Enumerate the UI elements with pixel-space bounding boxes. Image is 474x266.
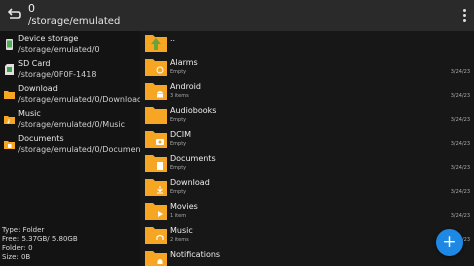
sidebar-item-title: Download [18, 84, 58, 93]
audiobook-folder-icon [145, 107, 167, 124]
sidebar: Device storage /storage/emulated/0 SD Ca… [0, 31, 148, 266]
info-size: Size: 0B [2, 253, 31, 261]
info-type: Type: Folder [2, 226, 45, 234]
file-name: Music [170, 226, 193, 235]
sidebar-item-documents[interactable]: Documents /storage/emulated/0/Documents [0, 133, 148, 157]
more-vertical-icon[interactable] [460, 8, 468, 24]
folder-icon [4, 91, 15, 99]
file-date: 3/24/23 [450, 69, 470, 75]
file-date: 3/24/23 [450, 189, 470, 195]
sidebar-item-path: /storage/emulated/0/Music [18, 120, 126, 129]
file-row-alarms[interactable]: Alarms Empty 3/24/23 [140, 55, 474, 79]
file-item-count: Empty [170, 141, 187, 147]
storage-info: Type: Folder Free: 5.37GB/ 5.80GB Folder… [2, 226, 78, 262]
sidebar-item-device-storage[interactable]: Device storage /storage/emulated/0 [0, 33, 140, 57]
file-row-music[interactable]: Music 2 items 3/24/23 [140, 223, 474, 247]
file-item-count: 1 item [170, 213, 187, 219]
document-folder-icon [145, 155, 167, 172]
file-item-count: 3 items [170, 93, 189, 99]
sidebar-item-path: /storage/emulated/0/Documents [18, 145, 148, 154]
file-date: 3/24/23 [450, 141, 470, 147]
file-row-dcim[interactable]: DCIM Empty 3/24/23 [140, 127, 474, 151]
selection-count: 0 [28, 2, 35, 15]
file-name: Documents [170, 154, 216, 163]
back-arrow-icon[interactable] [6, 7, 22, 23]
sidebar-item-title: SD Card [18, 59, 51, 68]
file-list: .. Alarms Empty 3/24/23 Android 3 items … [140, 31, 474, 266]
file-name: Download [170, 178, 210, 187]
file-item-count: Empty [170, 117, 187, 123]
sidebar-item-music[interactable]: Music /storage/emulated/0/Music [0, 108, 140, 132]
sidebar-item-title: Device storage [18, 34, 79, 43]
file-item-count: 2 items [170, 237, 189, 243]
sidebar-item-path: /storage/emulated/0 [18, 45, 100, 54]
download-folder-icon [145, 179, 167, 196]
info-folder: Folder: 0 [2, 244, 33, 252]
sidebar-item-sd-card[interactable]: SD Card /storage/0F0F-1418 [0, 58, 140, 82]
file-row-movies[interactable]: Movies 1 item 3/24/23 [140, 199, 474, 223]
sidebar-item-path: /storage/0F0F-1418 [18, 70, 97, 79]
parent-folder-row[interactable]: .. [140, 31, 474, 55]
add-button[interactable]: + [436, 229, 463, 256]
file-name: Android [170, 82, 201, 91]
camera-folder-icon [145, 131, 167, 148]
file-name: Alarms [170, 58, 198, 67]
file-item-count: Empty [170, 189, 187, 195]
app-bar: 0 /storage/emulated [0, 0, 474, 31]
sidebar-item-download[interactable]: Download /storage/emulated/0/Download [0, 83, 143, 107]
file-item-count: Empty [170, 69, 187, 75]
document-folder-icon [4, 141, 15, 149]
file-date: 3/24/23 [450, 93, 470, 99]
file-name: Audiobooks [170, 106, 217, 115]
info-free: Free: 5.37GB/ 5.80GB [2, 235, 78, 243]
file-date: 3/24/23 [450, 165, 470, 171]
file-name: DCIM [170, 130, 192, 139]
file-row-notifications[interactable]: Notifications [140, 247, 474, 266]
file-row-android[interactable]: Android 3 items 3/24/23 [140, 79, 474, 103]
phone-icon [6, 39, 13, 50]
file-item-count: Empty [170, 165, 187, 171]
file-name: Movies [170, 202, 198, 211]
alarm-folder-icon [145, 59, 167, 76]
file-date: 3/24/23 [450, 213, 470, 219]
file-row-download[interactable]: Download Empty 3/24/23 [140, 175, 474, 199]
file-name: Notifications [170, 250, 221, 259]
sd-card-icon [5, 64, 14, 75]
sidebar-item-title: Music [18, 109, 41, 118]
android-folder-icon [145, 83, 167, 100]
movie-folder-icon [145, 203, 167, 220]
file-name: .. [170, 34, 176, 43]
sidebar-item-title: Documents [18, 134, 64, 143]
notification-folder-icon [145, 251, 167, 266]
file-row-audiobooks[interactable]: Audiobooks Empty 3/24/23 [140, 103, 474, 127]
plus-icon: + [442, 232, 457, 252]
file-date: 3/24/23 [450, 117, 470, 123]
sidebar-item-path: /storage/emulated/0/Download [18, 95, 143, 104]
music-folder-icon [145, 227, 167, 244]
current-path: /storage/emulated [28, 16, 121, 27]
up-arrow-folder-icon [145, 35, 167, 52]
music-folder-icon [4, 116, 15, 124]
file-row-documents[interactable]: Documents Empty 3/24/23 [140, 151, 474, 175]
